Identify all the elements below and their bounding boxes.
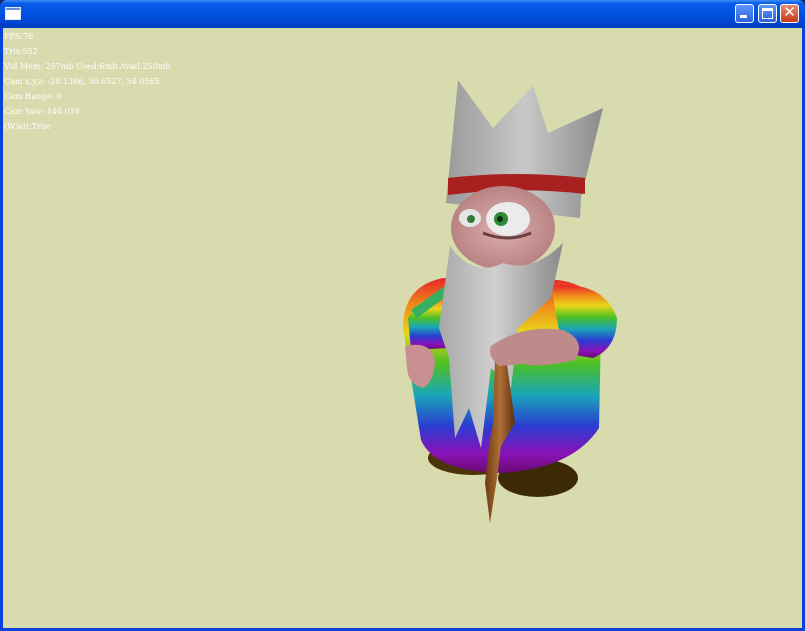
- close-icon: ✕: [783, 3, 796, 21]
- title-bar[interactable]: ✕: [0, 0, 805, 28]
- vid-mem-readout: Vid Mem: 257mb Used:6mb Avail:250mb: [4, 62, 171, 71]
- maximize-button[interactable]: [758, 4, 777, 23]
- minimize-icon: [740, 15, 747, 18]
- close-button[interactable]: ✕: [780, 3, 799, 23]
- cam-range-readout: Cam Range: 0: [4, 92, 62, 101]
- game-viewport[interactable]: FPS:76 Tris:552 Vid Mem: 257mb Used:6mb …: [3, 28, 802, 628]
- cam-position-readout: Cam x,y,z: -28.1386, 30.6527, 54.0565: [4, 77, 160, 86]
- cam-yaw-readout: Cam Yaw:-144.018: [4, 107, 80, 116]
- maximize-icon: [762, 8, 773, 19]
- wait-toggle-readout: (W)ait:True: [4, 122, 51, 131]
- game-window: ✕ FPS:76 Tris:552 Vid Mem: 257mb Used:6m…: [0, 0, 805, 631]
- tris-readout: Tris:552: [4, 47, 38, 56]
- minimize-button[interactable]: [735, 4, 754, 23]
- window-icon[interactable]: [5, 7, 21, 20]
- fps-readout: FPS:76: [4, 32, 34, 41]
- debug-hud: FPS:76 Tris:552 Vid Mem: 257mb Used:6mb …: [4, 29, 170, 134]
